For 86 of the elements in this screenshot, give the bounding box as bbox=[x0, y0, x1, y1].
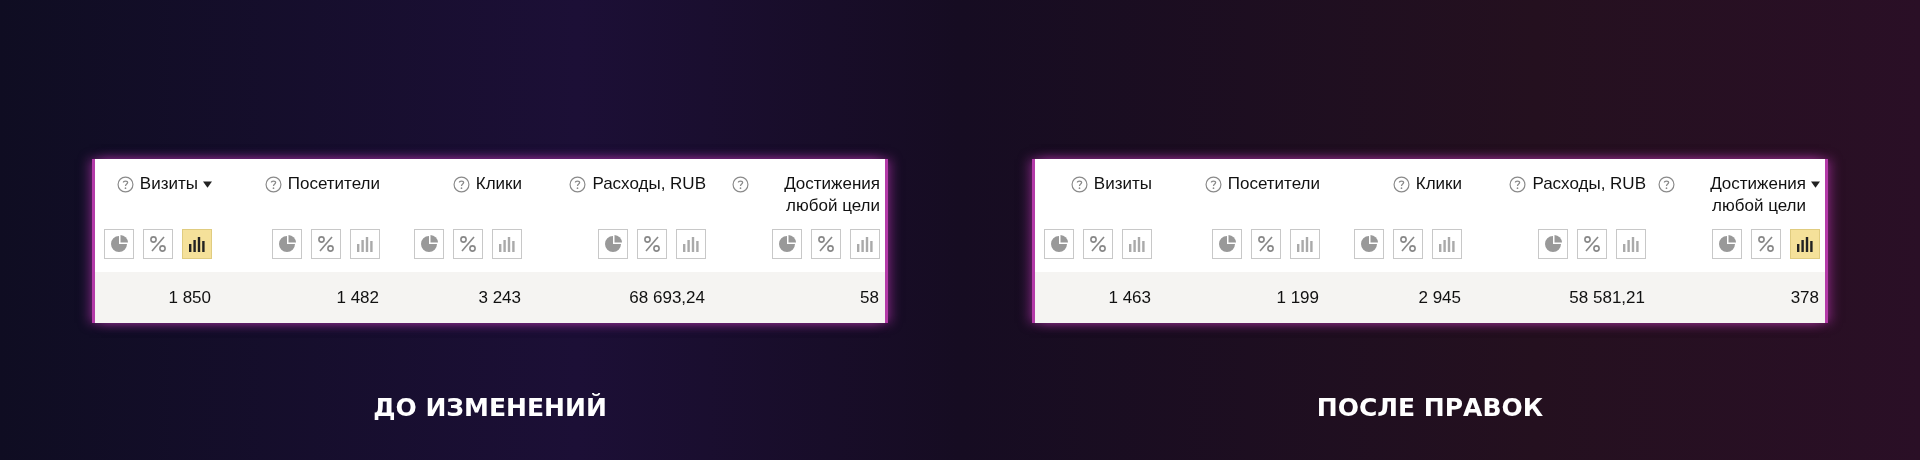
column-header[interactable]: Достижения любой цели bbox=[1681, 173, 1820, 217]
column-header[interactable]: Расходы, RUB bbox=[592, 173, 706, 195]
column-header[interactable]: Визиты bbox=[139, 173, 212, 195]
table-cell: 1 463 bbox=[1108, 287, 1151, 308]
help-icon[interactable] bbox=[1658, 176, 1675, 193]
help-icon[interactable] bbox=[1392, 176, 1410, 193]
table-cell: 58 bbox=[860, 287, 879, 308]
percent-icon bbox=[1256, 234, 1276, 254]
percent-icon bbox=[1756, 234, 1776, 254]
percent-button[interactable] bbox=[1393, 229, 1423, 259]
pie-chart-button[interactable] bbox=[1044, 229, 1074, 259]
column-header[interactable]: Клики bbox=[475, 173, 522, 195]
pie-chart-icon bbox=[1049, 234, 1069, 254]
bar-chart-icon bbox=[497, 234, 517, 254]
help-icon[interactable] bbox=[264, 176, 282, 193]
pie-chart-button[interactable] bbox=[598, 229, 628, 259]
help-icon[interactable] bbox=[569, 176, 587, 193]
bar-chart-icon bbox=[1621, 234, 1641, 254]
help-icon[interactable] bbox=[1509, 176, 1527, 193]
percent-button[interactable] bbox=[311, 229, 341, 259]
percent-button[interactable] bbox=[143, 229, 173, 259]
pie-chart-icon bbox=[777, 234, 797, 254]
column-header[interactable]: Визиты bbox=[1093, 173, 1152, 195]
pie-chart-icon bbox=[1217, 234, 1237, 254]
table-cell: 58 581,21 bbox=[1569, 287, 1645, 308]
table-cell: 2 945 bbox=[1418, 287, 1461, 308]
bar-chart-icon bbox=[187, 234, 207, 254]
sort-arrow-icon bbox=[1811, 181, 1820, 189]
table-cell: 68 693,24 bbox=[629, 287, 705, 308]
pie-chart-button[interactable] bbox=[104, 229, 134, 259]
percent-button[interactable] bbox=[1083, 229, 1113, 259]
bar-chart-icon bbox=[1795, 234, 1815, 254]
table-cell: 1 199 bbox=[1276, 287, 1319, 308]
pie-chart-icon bbox=[109, 234, 129, 254]
percent-button[interactable] bbox=[1577, 229, 1607, 259]
caption: ДО ИЗМЕНЕНИЙ bbox=[372, 393, 608, 422]
pie-chart-button[interactable] bbox=[1354, 229, 1384, 259]
bar-chart-icon bbox=[681, 234, 701, 254]
percent-button[interactable] bbox=[1751, 229, 1781, 259]
percent-icon bbox=[1088, 234, 1108, 254]
pie-chart-icon bbox=[277, 234, 297, 254]
percent-icon bbox=[148, 234, 168, 254]
percent-button[interactable] bbox=[1251, 229, 1281, 259]
pie-chart-icon bbox=[1717, 234, 1737, 254]
pie-chart-button[interactable] bbox=[1538, 229, 1568, 259]
column-header[interactable]: Расходы, RUB bbox=[1532, 173, 1646, 195]
table-cell: 3 243 bbox=[478, 287, 521, 308]
column-header[interactable]: Посетители bbox=[287, 173, 380, 195]
pie-chart-button[interactable] bbox=[1212, 229, 1242, 259]
bar-chart-icon bbox=[1127, 234, 1147, 254]
table-cell: 378 bbox=[1790, 287, 1819, 308]
percent-icon bbox=[816, 234, 836, 254]
sort-arrow-icon bbox=[203, 181, 212, 189]
percent-button[interactable] bbox=[453, 229, 483, 259]
caption: ПОСЛЕ ПРАВОК bbox=[1315, 393, 1545, 422]
help-icon[interactable] bbox=[452, 176, 470, 193]
percent-button[interactable] bbox=[637, 229, 667, 259]
percent-icon bbox=[1398, 234, 1418, 254]
pie-chart-button[interactable] bbox=[272, 229, 302, 259]
column-header[interactable]: Посетители bbox=[1227, 173, 1320, 195]
pie-chart-icon bbox=[419, 234, 439, 254]
percent-icon bbox=[458, 234, 478, 254]
table-cell: 1 850 bbox=[168, 287, 211, 308]
pie-chart-icon bbox=[603, 234, 623, 254]
pie-chart-button[interactable] bbox=[1712, 229, 1742, 259]
percent-icon bbox=[316, 234, 336, 254]
pie-chart-icon bbox=[1359, 234, 1379, 254]
column-header[interactable]: Достижения любой цели bbox=[755, 173, 880, 217]
pie-chart-button[interactable] bbox=[414, 229, 444, 259]
bar-chart-icon bbox=[355, 234, 375, 254]
bar-chart-icon bbox=[1437, 234, 1457, 254]
percent-button[interactable] bbox=[811, 229, 841, 259]
column-header[interactable]: Клики bbox=[1415, 173, 1462, 195]
table-cell: 1 482 bbox=[336, 287, 379, 308]
help-icon[interactable] bbox=[732, 176, 749, 193]
percent-icon bbox=[642, 234, 662, 254]
bar-chart-icon bbox=[1295, 234, 1315, 254]
help-icon[interactable] bbox=[1070, 176, 1088, 193]
bar-chart-icon bbox=[855, 234, 875, 254]
help-icon[interactable] bbox=[1204, 176, 1222, 193]
bar-chart-button[interactable] bbox=[182, 229, 212, 259]
help-icon[interactable] bbox=[116, 176, 134, 193]
pie-chart-icon bbox=[1543, 234, 1563, 254]
bar-chart-button[interactable] bbox=[1790, 229, 1820, 259]
percent-icon bbox=[1582, 234, 1602, 254]
pie-chart-button[interactable] bbox=[772, 229, 802, 259]
